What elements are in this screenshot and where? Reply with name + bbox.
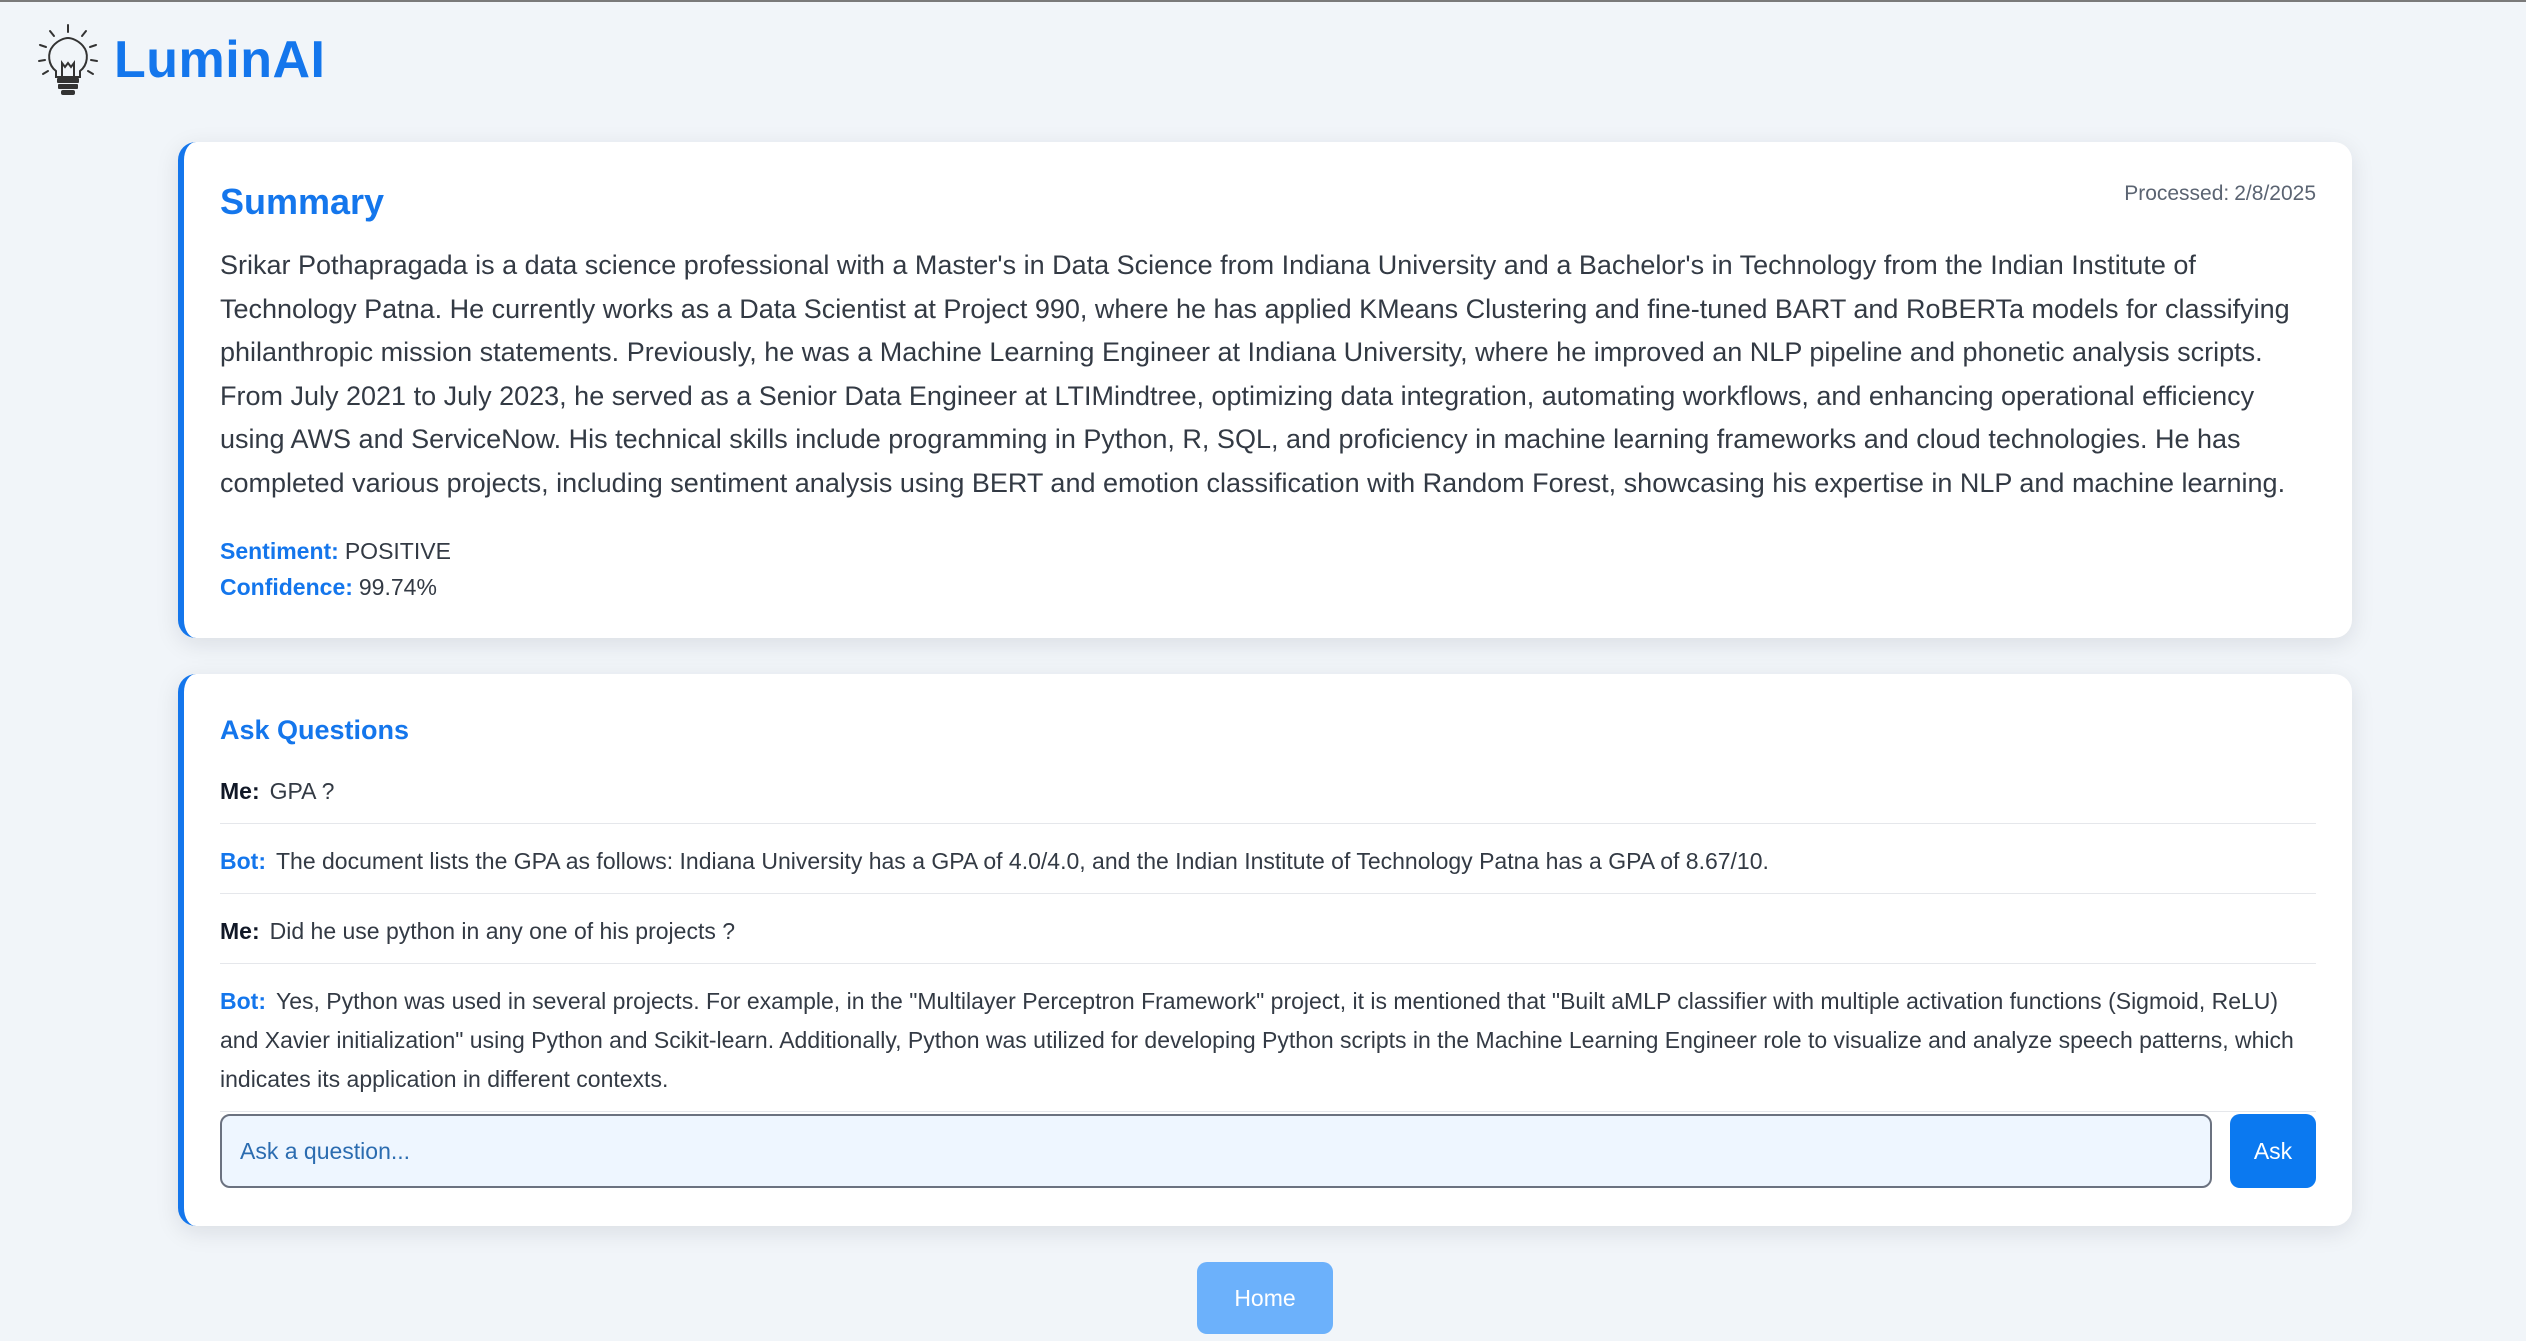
brand-header[interactable]: LuminAI	[36, 22, 325, 98]
lightbulb-icon	[38, 24, 98, 95]
question-input[interactable]	[220, 1114, 2212, 1188]
confidence-row: Confidence: 99.74%	[220, 569, 2316, 605]
chat-message-bot: Bot: The document lists the GPA as follow…	[220, 836, 2316, 895]
message-sender: Bot:	[220, 848, 266, 875]
brand-name: LuminAI	[114, 31, 326, 89]
confidence-label: Confidence:	[220, 573, 353, 600]
message-sender: Me:	[220, 778, 260, 805]
chat-message-user: Me: GPA ?	[220, 766, 2316, 825]
sentiment-info: Sentiment: POSITIVE Confidence: 99.74%	[220, 533, 2316, 605]
ask-form: Ask	[220, 1114, 2316, 1188]
ask-button[interactable]: Ask	[2230, 1114, 2316, 1188]
chat-message-user: Me: Did he use python in any one of his p…	[220, 906, 2316, 965]
sentiment-row: Sentiment: POSITIVE	[220, 533, 2316, 569]
ask-questions-title: Ask Questions	[220, 715, 410, 745]
summary-text: Srikar Pothapragada is a data science pr…	[220, 250, 2290, 498]
sentiment-label: Sentiment:	[220, 537, 339, 564]
summary-card: Summary Processed: 2/8/2025 Srikar Pothap…	[178, 142, 2352, 638]
top-border	[0, 0, 2526, 2]
ask-questions-card: Ask Questions Me: GPA ? Bot: The document …	[178, 674, 2352, 1226]
processed-date: Processed: 2/8/2025	[2124, 182, 2316, 206]
summary-title: Summary	[220, 181, 385, 222]
processed-value: 2/8/2025	[2234, 182, 2316, 205]
message-text: GPA ?	[269, 778, 335, 805]
processed-label: Processed:	[2124, 182, 2230, 205]
message-sender: Bot:	[220, 988, 266, 1015]
message-text: The document lists the GPA as follows: I…	[275, 848, 1769, 875]
confidence-value: 99.74%	[358, 573, 437, 600]
message-sender: Me:	[220, 918, 260, 945]
message-text: Did he use python in any one of his proj…	[269, 918, 736, 945]
sentiment-value: POSITIVE	[344, 537, 451, 564]
home-button[interactable]: Home	[1197, 1262, 1333, 1334]
chat-message-bot: Bot: Yes, Python was used in several proj…	[220, 976, 2316, 1113]
message-text: Yes, Python was used in several projects…	[220, 988, 2294, 1093]
